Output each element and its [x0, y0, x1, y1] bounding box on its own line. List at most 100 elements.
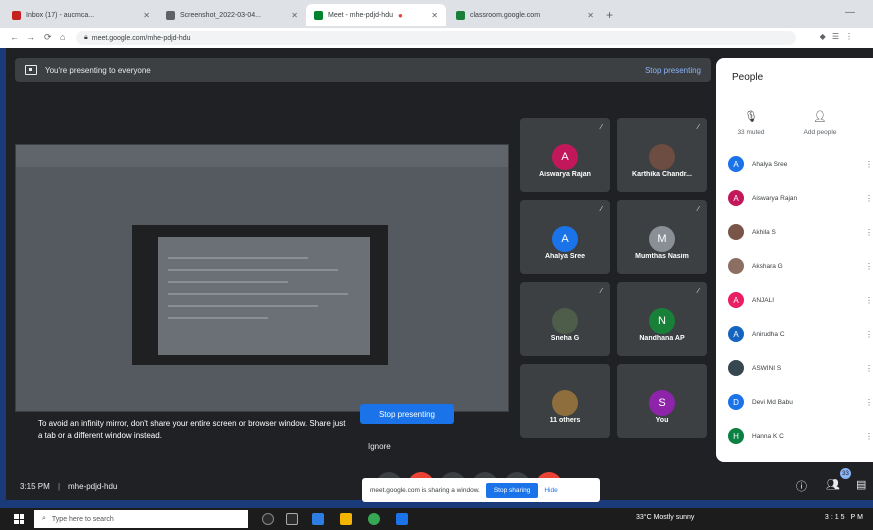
tab-screenshot[interactable]: Screenshot_2022-03-04... ✕: [158, 4, 306, 26]
more-vert-icon[interactable]: ⋮: [865, 228, 873, 237]
meeting-time: 3:15 PM: [20, 482, 50, 491]
mirror-line: [168, 305, 318, 307]
taskbar-search[interactable]: ⌕ Type here to search: [34, 510, 248, 528]
close-icon[interactable]: ✕: [587, 11, 594, 20]
participant-tile[interactable]: ⁄ M Mumthas Nasim: [617, 200, 707, 274]
others-tile[interactable]: 11 others: [520, 364, 610, 438]
avatar-group: [552, 390, 578, 416]
stop-presenting-button[interactable]: Stop presenting: [360, 404, 454, 424]
stop-sharing-button[interactable]: Stop sharing: [485, 482, 539, 498]
tab-meet[interactable]: Meet - mhe-pdjd-hdu ● ✕: [306, 4, 446, 26]
participant-list-item[interactable]: A Ahalya Sree ⋮: [728, 154, 873, 174]
search-icon: ⌕: [42, 515, 46, 522]
tab-inbox[interactable]: Inbox (17) - aucmca... ✕: [4, 4, 158, 26]
infinity-mirror-inner: [158, 237, 370, 355]
chrome-icon[interactable]: [368, 513, 380, 525]
participant-list-item[interactable]: A Aiswarya Rajan ⋮: [728, 188, 873, 208]
chat-icon[interactable]: ▤: [856, 478, 866, 491]
avatar: A: [728, 190, 744, 206]
windows-taskbar: ⌕ Type here to search 33°C Mostly sunny …: [0, 508, 873, 530]
home-icon[interactable]: ⌂: [60, 32, 65, 42]
edge-icon[interactable]: [312, 513, 324, 525]
avatar: [728, 360, 744, 376]
cortana-icon[interactable]: [262, 513, 274, 525]
weather-widget[interactable]: 33°C Mostly sunny: [636, 514, 694, 521]
more-vert-icon[interactable]: ⋮: [865, 398, 873, 407]
more-vert-icon[interactable]: ⋮: [865, 364, 873, 373]
presenting-banner: You're presenting to everyone Stop prese…: [15, 58, 711, 82]
hide-button[interactable]: Hide: [544, 487, 557, 494]
ignore-button[interactable]: Ignore: [368, 442, 391, 451]
new-tab-icon[interactable]: +: [606, 8, 613, 22]
avatar: A: [728, 156, 744, 172]
more-vert-icon[interactable]: ⋮: [865, 194, 873, 203]
window-controls-icon[interactable]: —: [845, 7, 855, 18]
tab-strip: Inbox (17) - aucmca... ✕ Screenshot_2022…: [0, 0, 873, 28]
extensions-icon[interactable]: ◆☰⋮: [820, 32, 859, 41]
recording-dot-icon: ●: [397, 10, 403, 20]
tab-classroom[interactable]: classroom.google.com ✕: [448, 4, 602, 26]
participant-list-item[interactable]: A ANJALI ⋮: [728, 290, 873, 310]
shared-screen-preview: [15, 144, 509, 412]
avatar: A: [728, 292, 744, 308]
mic-off-icon: ⁄: [600, 288, 602, 295]
mic-off-icon: ⁄: [697, 124, 699, 131]
mirror-line: [168, 281, 288, 283]
add-person-icon: 👤︎: [813, 111, 827, 123]
mic-off-icon: 🎙︎: [744, 111, 758, 123]
infinity-mirror: [132, 225, 388, 365]
participant-list-item[interactable]: H Hanna K C ⋮: [728, 426, 873, 446]
forward-icon[interactable]: →: [26, 32, 35, 42]
people-icon[interactable]: 👥︎: [826, 478, 840, 491]
close-icon[interactable]: ✕: [143, 11, 150, 20]
avatar: N: [649, 308, 675, 334]
avatar: H: [728, 428, 744, 444]
close-icon[interactable]: ✕: [431, 11, 438, 20]
store-icon[interactable]: [396, 513, 408, 525]
mirror-line: [168, 293, 348, 295]
participant-tile[interactable]: ⁄ Karthika Chandr...: [617, 118, 707, 192]
reload-icon[interactable]: ⟳: [44, 32, 52, 43]
more-vert-icon[interactable]: ⋮: [865, 432, 873, 441]
separator: |: [58, 482, 61, 491]
participant-tile[interactable]: ⁄ N Nandhana AP: [617, 282, 707, 356]
mic-off-icon: ⁄: [600, 124, 602, 131]
participant-list-item[interactable]: ASWINI S ⋮: [728, 358, 873, 378]
address-bar[interactable]: 🔒︎ meet.google.com/mhe-pdjd-hdu: [76, 31, 796, 45]
windows-start-icon[interactable]: [14, 514, 24, 524]
self-tile[interactable]: S You: [617, 364, 707, 438]
avatar: [552, 308, 578, 334]
mic-off-icon: ⁄: [697, 288, 699, 295]
participant-list-item[interactable]: D Devi Md Babu ⋮: [728, 392, 873, 412]
mirror-line: [168, 317, 268, 319]
infinity-warning: To avoid an infinity mirror, don't share…: [38, 419, 346, 440]
drive-icon: [166, 10, 175, 20]
participant-tile[interactable]: ⁄ A Aiswarya Rajan: [520, 118, 610, 192]
sharing-notification: meet.google.com is sharing a window. Sto…: [362, 478, 600, 502]
mic-off-icon: ⁄: [697, 206, 699, 213]
stop-presenting-link[interactable]: Stop presenting: [645, 66, 701, 75]
present-screen-icon: [25, 65, 37, 75]
more-vert-icon[interactable]: ⋮: [865, 296, 873, 305]
avatar: D: [728, 394, 744, 410]
participant-tile[interactable]: ⁄ A Ahalya Sree: [520, 200, 610, 274]
add-people-action[interactable]: 👤︎ Add people: [790, 110, 850, 136]
info-icon[interactable]: ⓘ: [796, 478, 807, 494]
mirror-line: [168, 257, 308, 259]
meeting-code: mhe-pdjd-hdu: [68, 482, 118, 491]
back-icon[interactable]: ←: [10, 32, 19, 42]
more-vert-icon[interactable]: ⋮: [865, 330, 873, 339]
system-tray-clock[interactable]: 3:15 PM: [825, 514, 865, 521]
participant-list-item[interactable]: Akhila S ⋮: [728, 222, 873, 242]
more-vert-icon[interactable]: ⋮: [865, 262, 873, 271]
participant-list-item[interactable]: Akshara G ⋮: [728, 256, 873, 276]
participant-tile[interactable]: ⁄ Sneha G: [520, 282, 610, 356]
mute-all-action[interactable]: 🎙︎ 33 muted: [726, 110, 776, 136]
file-explorer-icon[interactable]: [340, 513, 352, 525]
avatar: A: [728, 326, 744, 342]
close-icon[interactable]: ✕: [291, 11, 298, 20]
more-vert-icon[interactable]: ⋮: [865, 160, 873, 169]
classroom-icon: [456, 10, 465, 20]
task-view-icon[interactable]: [286, 513, 298, 525]
participant-list-item[interactable]: A Anirudha C ⋮: [728, 324, 873, 344]
